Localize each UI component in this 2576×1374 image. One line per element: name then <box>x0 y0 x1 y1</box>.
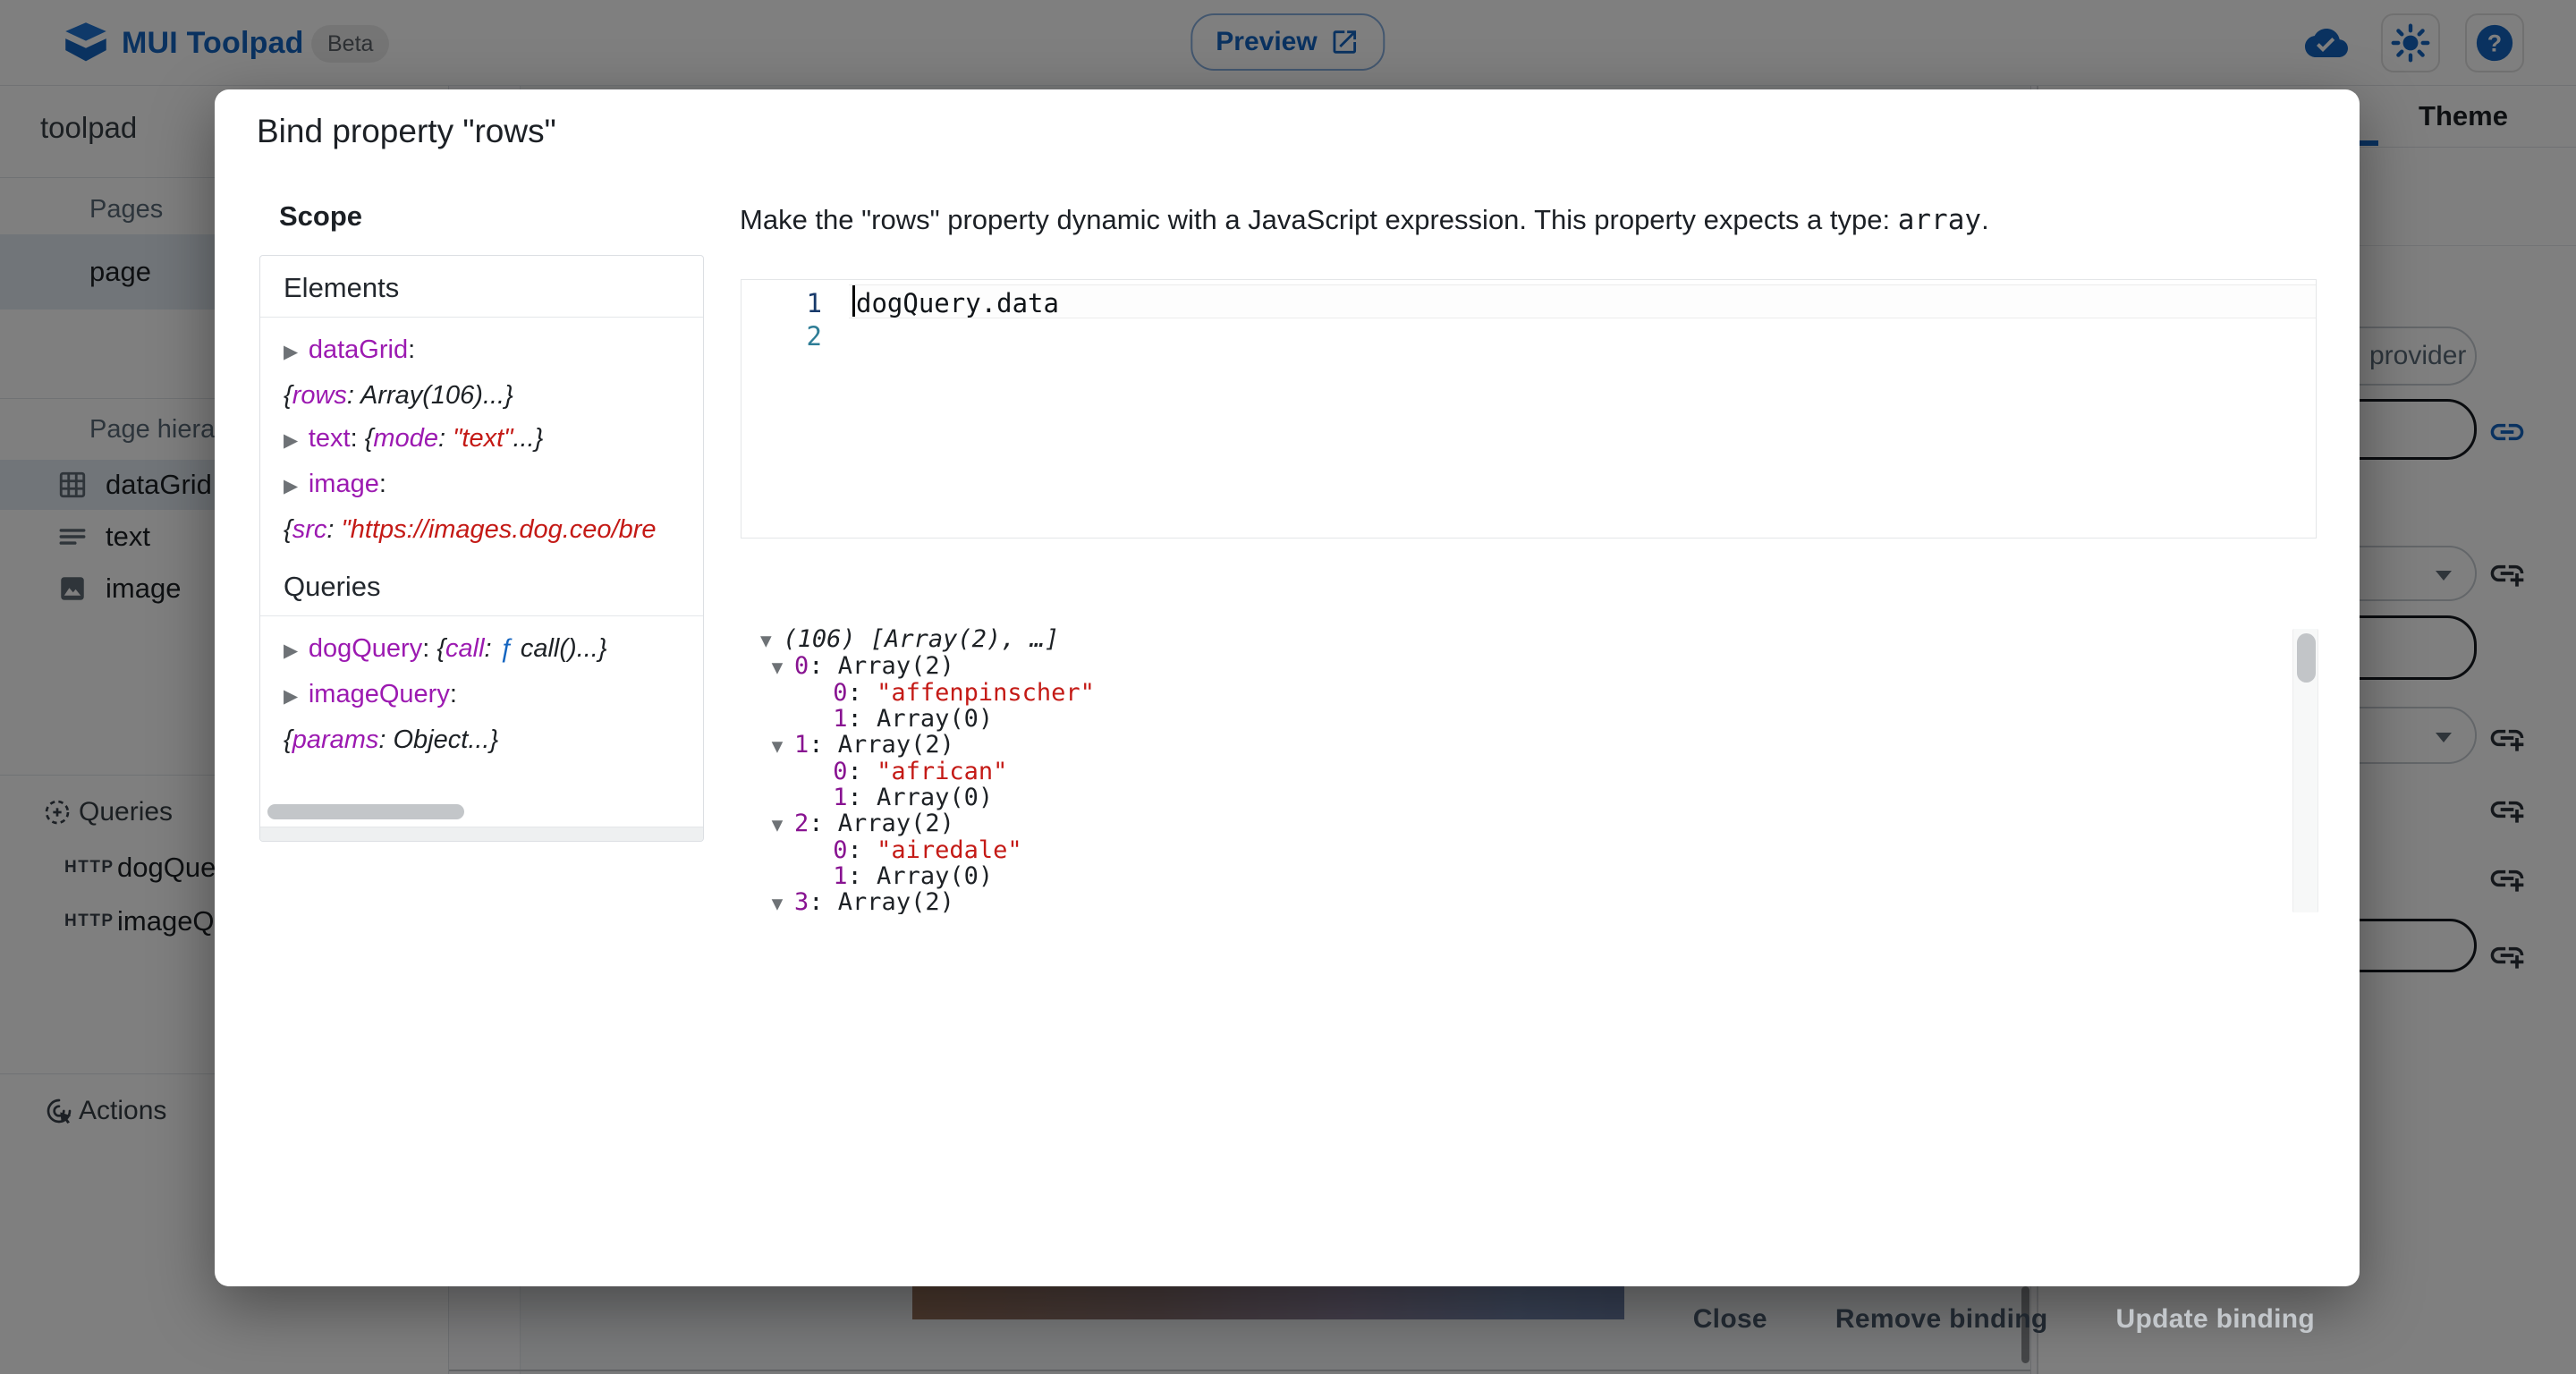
js-expression-editor[interactable]: 1 2 dogQuery.data <box>741 279 2317 539</box>
text-cursor <box>852 285 855 317</box>
elements-object-tree[interactable]: ▶ dataGrid:{rows: Array(106)...}▶ text: … <box>260 318 703 558</box>
dialog-description: Make the "rows" property dynamic with a … <box>740 204 1989 236</box>
update-binding-button[interactable]: Update binding <box>2115 1304 2315 1335</box>
queries-object-tree[interactable]: ▶ dogQuery: {call: ƒ call()...}▶ imageQu… <box>260 616 703 768</box>
result-scrollbar-thumb[interactable] <box>2297 633 2316 683</box>
description-period: . <box>1981 204 1989 235</box>
result-scrollbar-track[interactable] <box>2292 629 2318 912</box>
scope-section-elements: Elements <box>260 256 703 318</box>
horizontal-scrollbar-track <box>260 827 703 841</box>
evaluation-result-tree[interactable]: ▼ (106) [Array(2), …] ▼ 0: Array(2) 0: "… <box>760 626 2281 914</box>
scope-label: Scope <box>279 200 362 233</box>
remove-binding-button[interactable]: Remove binding <box>1835 1304 2048 1335</box>
active-line-highlight <box>849 284 2316 318</box>
line-number-2: 2 <box>741 321 822 352</box>
scope-browser: Elements ▶ dataGrid:{rows: Array(106)...… <box>259 255 704 842</box>
dialog-title: Bind property "rows" <box>257 113 556 150</box>
expression-code: dogQuery.data <box>856 288 1059 318</box>
horizontal-scrollbar-thumb[interactable] <box>267 804 464 819</box>
toolpad-app: MUI Toolpad Beta Preview <box>0 0 2576 1374</box>
expected-type: array <box>1898 204 1981 236</box>
scope-section-queries: Queries <box>260 558 703 616</box>
line-number-1: 1 <box>741 288 822 318</box>
dialog-actions: Close Remove binding Update binding <box>1693 1304 2315 1335</box>
description-text: Make the "rows" property dynamic with a … <box>740 204 1898 235</box>
close-button[interactable]: Close <box>1693 1304 1767 1335</box>
bind-property-dialog: Bind property "rows" Scope Elements ▶ da… <box>215 89 2360 1286</box>
